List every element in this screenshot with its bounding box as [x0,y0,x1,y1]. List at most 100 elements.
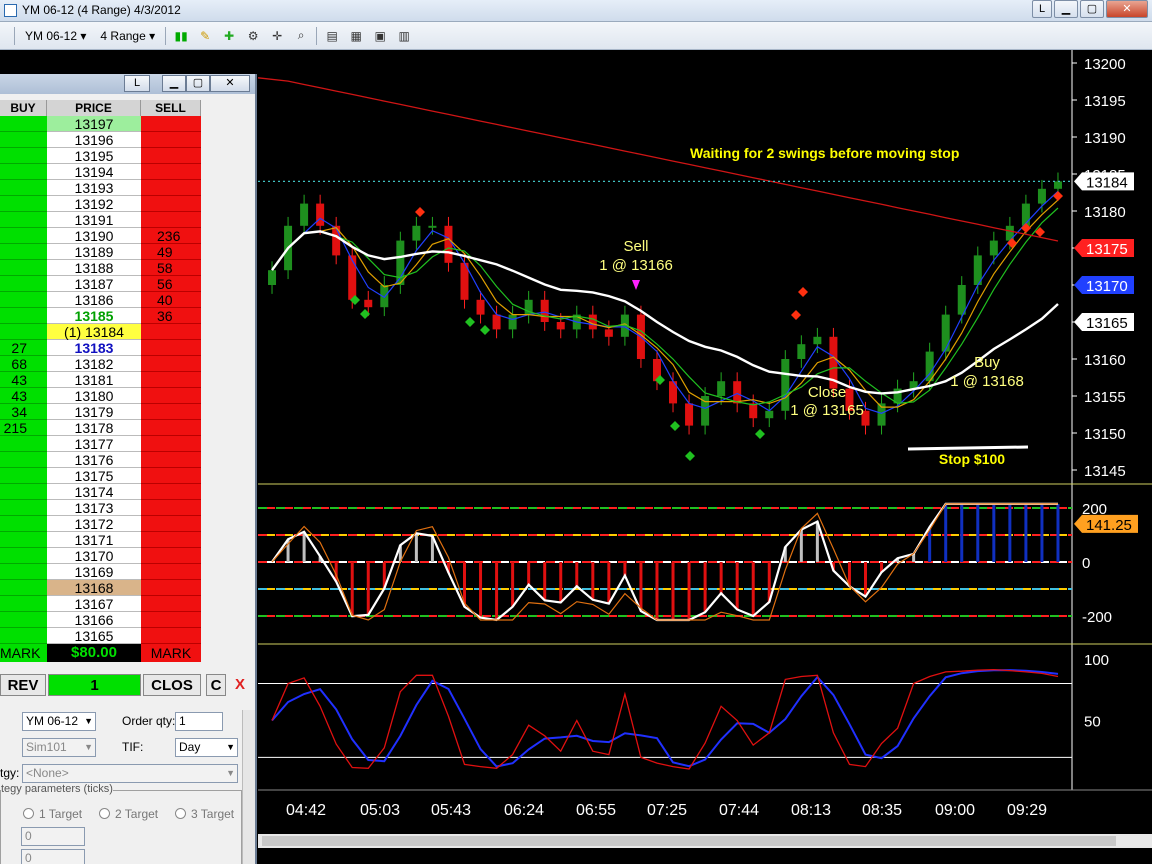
buy-cell[interactable] [0,292,47,308]
buy-cell[interactable] [0,484,47,500]
buy-cell[interactable]: 27 [0,340,47,356]
buy-cell[interactable] [0,580,47,596]
chart-trader-icon[interactable]: ▥ [395,27,413,45]
sell-cell[interactable] [141,404,201,420]
sell-cell[interactable] [141,164,201,180]
buy-cell[interactable] [0,260,47,276]
dom-minimize-icon[interactable]: ▁ [162,75,186,92]
param-2-input[interactable]: 0 [21,849,85,864]
sell-mark-button[interactable]: MARK [141,644,201,662]
sell-cell[interactable] [141,356,201,372]
sell-cell[interactable]: 58 [141,260,201,276]
buy-cell[interactable] [0,164,47,180]
strategy-select[interactable]: <None> ▼ [22,764,238,783]
buy-cell[interactable] [0,132,47,148]
add-indicator-icon[interactable]: ✚ [220,27,238,45]
sell-cell[interactable]: 49 [141,244,201,260]
sell-cell[interactable] [141,548,201,564]
buy-cell[interactable] [0,452,47,468]
data-box-icon[interactable]: ▦ [347,27,365,45]
buy-cell[interactable] [0,628,47,644]
minimize-icon[interactable]: ▁ [1054,0,1078,18]
buy-cell[interactable]: 215 [0,420,47,436]
sell-cell[interactable]: 40 [141,292,201,308]
sell-cell[interactable] [141,628,201,644]
buy-cell[interactable] [0,500,47,516]
quantity-display[interactable]: 1 [48,674,141,696]
sell-cell[interactable] [141,324,201,340]
buy-cell[interactable] [0,612,47,628]
sell-cell[interactable] [141,132,201,148]
buy-cell[interactable]: 68 [0,356,47,372]
buy-cell[interactable] [0,212,47,228]
buy-cell[interactable] [0,308,47,324]
tif-select[interactable]: Day ▼ [175,738,238,757]
sell-cell[interactable] [141,212,201,228]
sell-cell[interactable]: 236 [141,228,201,244]
sell-cell[interactable] [141,468,201,484]
sell-cell[interactable]: 36 [141,308,201,324]
buy-cell[interactable] [0,324,47,340]
buy-cell[interactable] [0,564,47,580]
sell-cell[interactable] [141,436,201,452]
sell-cell[interactable] [141,180,201,196]
sell-cell[interactable] [141,420,201,436]
buy-cell[interactable] [0,532,47,548]
draw-pencil-icon[interactable]: ✎ [196,27,214,45]
instrument-selector[interactable]: YM 06-12 ▾ [21,27,90,45]
sell-cell[interactable] [141,196,201,212]
cancel-orders-button[interactable]: C [206,674,226,696]
order-qty-input[interactable]: 1 [175,712,223,731]
dom-maximize-icon[interactable]: ▢ [186,75,210,92]
target-2-radio[interactable]: 2 Target [99,807,158,821]
buy-cell[interactable] [0,596,47,612]
buy-cell[interactable] [0,180,47,196]
sell-cell[interactable]: 56 [141,276,201,292]
sell-cell[interactable] [141,148,201,164]
sell-cell[interactable] [141,564,201,580]
account-select[interactable]: Sim101 ▼ [22,738,96,757]
zoom-icon[interactable]: ⌕ [292,27,310,45]
sell-cell[interactable] [141,452,201,468]
buy-cell[interactable] [0,516,47,532]
param-1-input[interactable]: 0 [21,827,85,846]
properties-icon[interactable]: ▤ [323,27,341,45]
instrument-select[interactable]: YM 06-12 ▼ [22,712,96,731]
link-button[interactable]: L [1032,0,1052,18]
form-scrollbar[interactable] [242,710,255,864]
bar-type-icon[interactable]: ▮▮ [172,27,190,45]
reverse-button[interactable]: REV [0,674,46,696]
crosshair-icon[interactable]: ✛ [268,27,286,45]
buy-cell[interactable]: 43 [0,372,47,388]
interval-selector[interactable]: 4 Range ▾ [96,27,159,45]
buy-cell[interactable] [0,276,47,292]
target-1-radio[interactable]: 1 Target [23,807,82,821]
buy-cell[interactable]: 34 [0,404,47,420]
remove-x-icon[interactable]: X [232,674,248,696]
sell-cell[interactable] [141,500,201,516]
dom-close-icon[interactable]: ✕ [210,75,250,92]
sell-cell[interactable] [141,612,201,628]
buy-cell[interactable] [0,116,47,132]
buy-cell[interactable] [0,436,47,452]
screenshot-icon[interactable]: ▣ [371,27,389,45]
dom-link-button[interactable]: L [124,75,150,92]
buy-cell[interactable] [0,548,47,564]
sell-cell[interactable] [141,388,201,404]
buy-cell[interactable]: 43 [0,388,47,404]
sell-cell[interactable] [141,484,201,500]
buy-cell[interactable] [0,468,47,484]
close-position-button[interactable]: CLOS [143,674,201,696]
close-icon[interactable]: ✕ [1106,0,1148,18]
sell-cell[interactable] [141,580,201,596]
maximize-icon[interactable]: ▢ [1080,0,1104,18]
sell-cell[interactable] [141,340,201,356]
sell-cell[interactable] [141,596,201,612]
buy-cell[interactable] [0,228,47,244]
buy-cell[interactable] [0,148,47,164]
sell-cell[interactable] [141,116,201,132]
sell-cell[interactable] [141,516,201,532]
sell-cell[interactable] [141,532,201,548]
buy-cell[interactable] [0,244,47,260]
target-3-radio[interactable]: 3 Target [175,807,234,821]
